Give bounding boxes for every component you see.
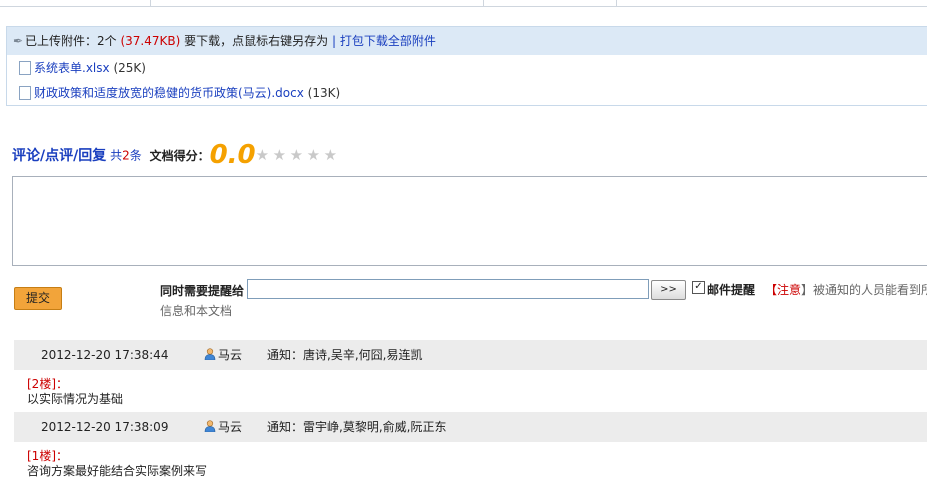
- comments-title: 评论/点评/回复: [12, 148, 107, 164]
- top-tab-strip: [0, 0, 927, 7]
- comments-header: 评论/点评/回复 共2条 文档得分：0.0★ ★ ★ ★ ★: [12, 140, 341, 170]
- remind-recipients-input[interactable]: [247, 279, 649, 299]
- document-icon: [19, 85, 31, 100]
- comment-user: 马云: [204, 412, 242, 442]
- user-icon: [204, 347, 216, 360]
- select-recipients-button[interactable]: >>: [651, 280, 686, 300]
- tab-divider: [483, 0, 484, 6]
- comment-text: 以实际情况为基础: [27, 392, 124, 406]
- comment-textarea[interactable]: [12, 176, 927, 266]
- attachment-hint: 要下载，点鼠标右键另存为: [184, 34, 329, 48]
- attachment-count: 已上传附件：2个: [25, 34, 117, 48]
- comment-count-prefix: 共: [110, 148, 123, 163]
- tab-divider: [616, 0, 617, 6]
- divider: |: [331, 34, 337, 48]
- comment-time: 2012-12-20 17:38:44: [41, 348, 169, 362]
- download-all-link[interactable]: 打包下载全部附件: [340, 34, 436, 48]
- comment-notify: 通知：雷宇峥,莫黎明,俞威,阮正东: [267, 420, 447, 434]
- attachment-file-size: (25K): [113, 61, 146, 75]
- comment-user: 马云: [204, 340, 242, 370]
- comment-row-header: 2012-12-20 17:38:44 马云 通知：唐诗,吴辛,何囧,易连凯: [14, 340, 927, 370]
- attachment-file-link[interactable]: 财政政策和适度放宽的稳健的货币政策(马云).docx: [34, 86, 304, 100]
- comment-row-header: 2012-12-20 17:38:09 马云 通知：雷宇峥,莫黎明,俞威,阮正东: [14, 412, 927, 442]
- star-icon[interactable]: ★: [324, 146, 341, 164]
- document-icon: [19, 60, 31, 75]
- comment-user-name[interactable]: 马云: [218, 348, 242, 362]
- attachment-file: 财政政策和适度放宽的稳健的货币政策(马云).docx (13K): [7, 82, 927, 104]
- submit-button[interactable]: 提交: [14, 287, 62, 310]
- attachment-header: ✒ 已上传附件：2个 (37.47KB) 要下载，点鼠标右键另存为 | 打包下载全…: [7, 27, 927, 55]
- score-label: 文档得分：: [149, 148, 210, 163]
- notice-message: 】被通知的人员能看到所: [801, 283, 927, 297]
- comment-time: 2012-12-20 17:38:09: [41, 420, 169, 434]
- notice-bracket-open: 【: [765, 283, 778, 297]
- tab-divider: [150, 0, 151, 6]
- comment-count-suffix: 条: [129, 148, 142, 163]
- comment-notify: 通知：唐诗,吴辛,何囧,易连凯: [267, 348, 423, 362]
- star-icon[interactable]: ★: [273, 146, 290, 164]
- rating-stars[interactable]: ★ ★ ★ ★ ★: [256, 146, 341, 164]
- attachment-file-size: (13K): [307, 86, 341, 100]
- user-icon: [204, 419, 216, 432]
- attachment-file: 系统表单.xlsx (25K): [7, 57, 927, 79]
- attachment-panel: ✒ 已上传附件：2个 (37.47KB) 要下载，点鼠标右键另存为 | 打包下载全…: [6, 26, 927, 106]
- star-icon[interactable]: ★: [256, 146, 273, 164]
- mail-reminder-checkbox[interactable]: ✓: [692, 281, 705, 294]
- comment-user-name[interactable]: 马云: [218, 420, 242, 434]
- comment-count-number: 2: [122, 148, 130, 163]
- score-value: 0.0: [209, 140, 256, 170]
- mail-reminder-label: 邮件提醒: [707, 283, 756, 297]
- star-icon[interactable]: ★: [307, 146, 324, 164]
- attachment-file-link[interactable]: 系统表单.xlsx: [34, 61, 110, 75]
- comment-count: 共2条: [110, 149, 142, 163]
- paperclip-icon: ✒: [13, 34, 24, 48]
- notice-warning: 注意: [777, 283, 802, 297]
- comment-text: 咨询方案最好能结合实际案例来写: [27, 464, 208, 478]
- remind-sublabel: 信息和本文档: [160, 304, 233, 318]
- remind-label: 同时需要提醒给: [160, 284, 245, 298]
- notice-text: 【注意】被通知的人员能看到所: [765, 281, 927, 298]
- attachment-total-size: (37.47KB): [120, 34, 181, 48]
- star-icon[interactable]: ★: [290, 146, 307, 164]
